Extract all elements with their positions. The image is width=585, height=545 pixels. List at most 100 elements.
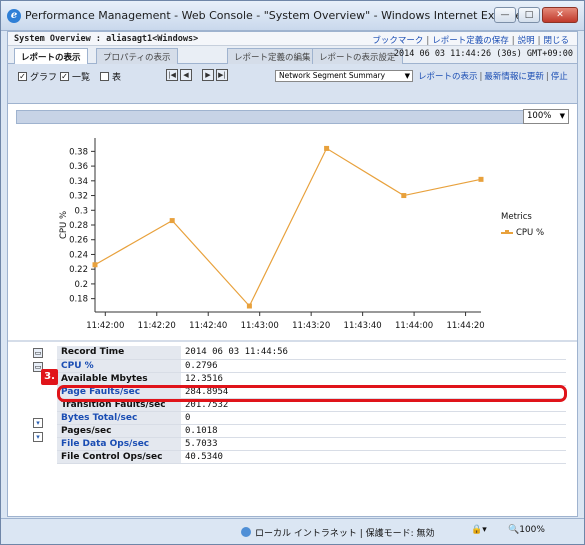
last-page-button[interactable]: ▶| [216, 69, 228, 81]
checkbox-checked-icon: ✓ [60, 72, 69, 81]
metrics-table: Record Time 2014 06 03 11:44:56 CPU % 0.279… [57, 346, 566, 464]
bookmark-link[interactable]: ブックマーク [372, 36, 423, 46]
legend-item: CPU % [501, 228, 544, 238]
table-row: Available Mbytes 12.3516 [57, 372, 566, 386]
metric-name[interactable]: CPU % [57, 359, 181, 373]
window-title: Performance Management - Web Console - "… [25, 9, 527, 22]
y-tick-label: 0.32 [69, 192, 88, 202]
tab-show-properties[interactable]: プロパティの表示 [96, 48, 178, 64]
y-tick-label: 0.2 [74, 280, 88, 290]
panel-divider[interactable] [8, 340, 577, 342]
metric-value: 0.2796 [181, 359, 566, 373]
metric-name[interactable]: File Data Ops/sec [57, 437, 181, 451]
next-page-button[interactable]: ▶ [202, 69, 214, 81]
data-point [478, 176, 484, 182]
zoom-select[interactable]: 100% ▼ [523, 109, 569, 124]
chart-legend: Metrics CPU % [501, 212, 544, 238]
data-point [246, 303, 252, 309]
legend-title: Metrics [501, 212, 532, 222]
magnifier-icon: 🔍 [508, 525, 520, 535]
table-checkbox[interactable]: 表 [100, 70, 121, 83]
stop-link[interactable]: 停止 [551, 72, 568, 82]
control-row: ✓ グラフ ✓ 一覧 表 |◀ ◀ ▶ ▶| Network Segment Sum… [8, 64, 577, 104]
help-link[interactable]: 説明 [518, 36, 535, 46]
metric-name[interactable]: Bytes Total/sec [57, 411, 181, 425]
table-row: Record Time 2014 06 03 11:44:56 [57, 346, 566, 360]
browser-window: e Performance Management - Web Console -… [0, 0, 585, 545]
y-tick-label: 0.3 [74, 206, 88, 216]
report-header: System Overview : aliasagt1<Windows> ブック… [8, 32, 577, 46]
data-point [92, 262, 98, 268]
metric-name: Pages/sec [57, 424, 181, 438]
table-row: Bytes Total/sec 0 [57, 411, 566, 425]
legend-swatch [501, 230, 513, 234]
graph-checkbox[interactable]: ✓ グラフ [18, 70, 57, 83]
data-point [401, 193, 407, 199]
metric-value: 2014 06 03 11:44:56 [181, 346, 566, 360]
y-tick-label: 0.38 [69, 147, 88, 157]
table-row: CPU % 0.2796 [57, 359, 566, 373]
chevron-down-icon: ▼ [404, 72, 410, 80]
x-tick-label: 11:42:40 [189, 321, 227, 331]
table-row: Pages/sec 0.1018 [57, 424, 566, 438]
data-point [169, 218, 175, 224]
y-tick-label: 0.22 [69, 265, 88, 275]
title-bar: e Performance Management - Web Console -… [1, 1, 584, 31]
tab-show-report[interactable]: レポートの表示 [14, 48, 88, 64]
list-checkbox[interactable]: ✓ 一覧 [60, 70, 90, 83]
series-line [94, 147, 482, 308]
maximize-button[interactable]: □ [518, 7, 540, 23]
protected-mode-button[interactable]: 🔒▾ [471, 525, 487, 535]
metric-value: 40.5340 [181, 450, 566, 464]
x-tick-label: 11:44:00 [395, 321, 433, 331]
x-tick-label: 11:44:20 [446, 321, 484, 331]
tab-row: レポートの表示 プロパティの表示 レポート定義の編集 レポートの表示設定 201… [8, 46, 577, 64]
y-tick-label: 0.36 [69, 162, 88, 172]
tab-edit-report-definition[interactable]: レポート定義の編集 [227, 48, 318, 64]
metric-name: File Control Ops/sec [57, 450, 181, 464]
y-axis-label: CPU % [59, 211, 69, 239]
metric-value: 0.1018 [181, 424, 566, 438]
metric-value: 0 [181, 411, 566, 425]
x-tick-label: 11:43:00 [241, 321, 279, 331]
tab-report-display-settings[interactable]: レポートの表示設定 [312, 48, 403, 64]
show-report-link[interactable]: レポートの表示 [418, 72, 478, 82]
metric-value: 12.3516 [181, 372, 566, 386]
previous-page-button[interactable]: ◀ [180, 69, 192, 81]
refresh-link[interactable]: 最新情報に更新 [484, 72, 544, 82]
collapse-icon[interactable]: ▭ [33, 348, 43, 358]
cpu-line-chart: 0.18 0.2 0.22 0.24 0.26 0.28 0.3 0.32 0.34 0.36 0.… [59, 138, 485, 331]
header-links: ブックマーク | レポート定義の保存 | 説明 | 閉じる [372, 36, 569, 46]
x-tick-label: 11:42:00 [86, 321, 124, 331]
report-select[interactable]: Network Segment Summary ▼ [275, 70, 413, 82]
table-row: File Data Ops/sec 5.7033 [57, 437, 566, 451]
status-bar: ローカル イントラネット | 保護モード: 無効 🔒▾ 🔍100% [1, 518, 584, 544]
x-tick-label: 11:43:40 [344, 321, 382, 331]
first-page-button[interactable]: |◀ [166, 69, 178, 81]
metric-name: Available Mbytes [57, 372, 181, 386]
x-tick-label: 11:42:20 [138, 321, 176, 331]
zoom-level-button[interactable]: 🔍100% [508, 525, 545, 535]
minimize-button[interactable]: — [494, 7, 516, 23]
drilldown-icon[interactable]: ▾ [33, 432, 43, 442]
lock-icon: 🔒 [471, 525, 483, 535]
table-row: File Control Ops/sec 40.5340 [57, 450, 566, 464]
checkbox-empty-icon [100, 72, 109, 81]
chart-area: 0.18 0.2 0.22 0.24 0.26 0.28 0.3 0.32 0.34 0.36 0.… [16, 124, 569, 337]
x-tick-label: 11:43:20 [292, 321, 330, 331]
control-links: レポートの表示 | 最新情報に更新 | 停止 [418, 72, 568, 82]
close-link[interactable]: 閉じる [543, 36, 569, 46]
drilldown-icon[interactable]: ▾ [33, 418, 43, 428]
checkbox-checked-icon: ✓ [18, 72, 27, 81]
highlight-box [57, 385, 567, 402]
report-datetime: 2014 06 03 11:44:26 (30s) GMT+09:00 [393, 49, 573, 59]
metric-name: Record Time [57, 346, 181, 360]
y-tick-label: 0.34 [69, 177, 88, 187]
y-tick-label: 0.18 [69, 295, 88, 305]
y-tick-label: 0.26 [69, 236, 88, 246]
chart-panel-header [16, 110, 569, 124]
data-point [324, 145, 330, 151]
security-zone: ローカル イントラネット | 保護モード: 無効 [241, 526, 435, 539]
save-report-link[interactable]: レポート定義の保存 [432, 36, 509, 46]
close-button[interactable]: ✕ [542, 7, 578, 23]
